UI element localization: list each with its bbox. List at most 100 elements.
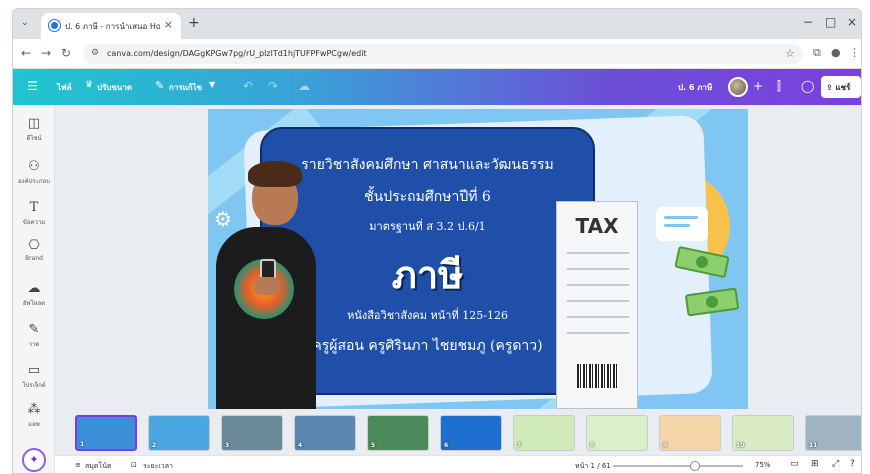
side-panel: ◫ ดีไซน์ ⚇ องค์ประกอบ T ข้อความ ⎔ Brand … <box>13 105 55 473</box>
zoom-slider-handle[interactable] <box>690 461 700 471</box>
page-thumbnail-number: 5 <box>371 442 376 449</box>
document-title[interactable]: ป. 6 ภาษี <box>678 81 712 94</box>
notes-icon[interactable]: ≡ <box>75 461 81 469</box>
back-icon[interactable]: ← <box>21 46 31 60</box>
page-thumbnail[interactable]: 8 <box>586 415 648 451</box>
sidebar-item-apps[interactable]: ⁂ แอพ <box>13 403 55 429</box>
grid-view-icon[interactable]: ⊞ <box>811 459 819 469</box>
page-filmstrip: 1 2 3 4 5 6 7 8 9 10 11 <box>55 411 861 455</box>
timer-icon[interactable]: ⊡ <box>131 461 137 469</box>
page-thumbnail-number: 3 <box>225 442 230 449</box>
text-icon: T <box>29 200 39 215</box>
slide-canvas[interactable]: ⚙ ⚙ รายวิชาสังคมศึกษา ศาสนาและวัฒนธรรม ช… <box>208 109 748 409</box>
fullscreen-icon[interactable]: ⤢ <box>832 459 839 469</box>
tab-favicon-icon <box>49 20 60 31</box>
undo-icon[interactable]: ↶ <box>243 79 253 93</box>
sidebar-item-elements[interactable]: ⚇ องค์ประกอบ <box>13 160 55 186</box>
insights-icon[interactable]: ⫿ <box>777 79 781 94</box>
tab-close-icon[interactable]: × <box>164 18 173 31</box>
new-tab-button[interactable]: + <box>188 15 200 31</box>
sidebar-item-text[interactable]: T ข้อความ <box>13 201 55 227</box>
chevron-down-icon: ▼ <box>209 80 216 89</box>
chat-line <box>664 216 698 219</box>
sidebar-item-label: องค์ประกอบ <box>18 178 50 185</box>
page-thumbnail[interactable]: 11 <box>805 415 861 451</box>
slide-grade-line: ชั้นประถมศึกษาปีที่ 6 <box>364 189 491 205</box>
slide-standard-line: มาตรฐานที่ ส 3.2 ป.6/1 <box>369 220 486 233</box>
sidebar-item-label: ข้อความ <box>22 219 46 226</box>
comments-icon[interactable]: ◯ <box>801 79 814 93</box>
share-button[interactable]: ⇪ แชร์ <box>821 76 861 98</box>
upload-icon: ☁ <box>27 281 41 296</box>
cloud-saved-icon[interactable]: ☁ <box>298 79 310 93</box>
editor-workspace: ⚙ ⚙ รายวิชาสังคมศึกษา ศาสนาและวัฒนธรรม ช… <box>55 105 861 473</box>
sidebar-item-label: โปรเจ็กต์ <box>22 382 46 389</box>
file-menu[interactable]: ไฟล์ <box>57 81 72 94</box>
page-thumbnail[interactable]: 5 <box>367 415 429 451</box>
page-thumbnail[interactable]: 6 <box>440 415 502 451</box>
sidebar-item-uploads[interactable]: ☁ อัพโหลด <box>13 282 55 308</box>
elements-icon: ⚇ <box>28 159 40 174</box>
help-icon[interactable]: ? <box>850 459 855 469</box>
reload-icon[interactable]: ↻ <box>61 46 71 60</box>
sidebar-item-draw[interactable]: ✎ วาด <box>13 323 55 349</box>
minimize-button[interactable]: − <box>803 15 813 29</box>
page-thumbnail[interactable]: 7 <box>513 415 575 451</box>
close-window-button[interactable]: × <box>847 15 857 29</box>
barcode-icon <box>577 364 619 388</box>
maximize-button[interactable]: □ <box>825 15 836 29</box>
tax-receipt: TAX <box>556 201 638 409</box>
edit-mode-button[interactable]: การแก้ไข <box>169 81 202 94</box>
add-collaborator-icon[interactable]: + <box>753 79 763 93</box>
sidebar-item-label: ดีไซน์ <box>26 135 42 142</box>
redo-icon[interactable]: ↷ <box>268 79 278 93</box>
hamburger-menu-icon[interactable]: ☰ <box>27 79 38 93</box>
notes-button[interactable]: สมุดโน้ต <box>85 461 112 472</box>
page-indicator: หน้า 1 / 61 <box>575 462 611 470</box>
slide-subject-line: รายวิชาสังคมศึกษา ศาสนาและวัฒนธรรม <box>301 157 554 173</box>
tab-search-icon[interactable]: ⌄ <box>21 18 33 30</box>
browser-tab[interactable]: ป. 6 ภาษี - การนำเสนอ Hotmart C × <box>41 13 181 39</box>
page-thumbnail[interactable]: 4 <box>294 415 356 451</box>
bookmark-star-icon[interactable]: ☆ <box>785 47 795 60</box>
receipt-line <box>567 332 629 334</box>
resize-icon: ♛ <box>85 80 94 90</box>
pencil-icon: ✎ <box>155 79 165 92</box>
profile-icon[interactable]: ● <box>831 46 841 59</box>
browser-menu-icon[interactable]: ⋮ <box>849 46 860 59</box>
sidebar-item-label: วาด <box>28 341 40 348</box>
page-thumbnail[interactable]: 2 <box>148 415 210 451</box>
tab-title: ป. 6 ภาษี - การนำเสนอ Hotmart C <box>65 22 160 31</box>
user-avatar[interactable] <box>728 77 748 97</box>
resize-button[interactable]: ปรับขนาด <box>97 81 132 94</box>
gear-icon: ⚙ <box>214 207 232 231</box>
page-view-icon[interactable]: ▭ <box>790 459 799 469</box>
apps-icon: ⁂ <box>27 402 41 417</box>
receipt-line <box>567 300 629 302</box>
page-thumbnail[interactable]: 1 <box>75 415 137 451</box>
person-hand <box>254 277 280 295</box>
coin-mark <box>705 295 719 309</box>
chat-line <box>664 224 690 227</box>
page-thumbnail[interactable]: 3 <box>221 415 283 451</box>
page-thumbnail-number: 11 <box>809 442 818 449</box>
tab-strip: ⌄ ป. 6 ภาษี - การนำเสนอ Hotmart C × + − … <box>13 9 861 39</box>
browser-window: ⌄ ป. 6 ภาษี - การนำเสนอ Hotmart C × + − … <box>12 8 862 474</box>
page-thumbnail-number: 10 <box>736 442 745 449</box>
timer-button[interactable]: ระยะเวลา <box>143 461 173 472</box>
sidebar-item-brand[interactable]: ⎔ Brand <box>13 239 55 263</box>
magic-assistant-button[interactable]: ✦ <box>22 448 46 472</box>
forward-icon[interactable]: → <box>41 46 51 60</box>
extensions-icon[interactable]: ⧉ <box>813 46 821 60</box>
sidebar-item-design[interactable]: ◫ ดีไซน์ <box>13 117 55 143</box>
page-thumbnail[interactable]: 9 <box>659 415 721 451</box>
url-bar[interactable]: ⚙ canva.com/design/DAGgKPGw7pg/rU_plzlTd… <box>83 44 803 64</box>
sidebar-item-projects[interactable]: ▭ โปรเจ็กต์ <box>13 364 55 390</box>
sparkle-icon: ✦ <box>29 453 39 466</box>
zoom-slider[interactable] <box>613 465 743 467</box>
zoom-level[interactable]: 75% <box>755 461 771 469</box>
sidebar-item-label: Brand <box>25 255 43 262</box>
page-thumbnail[interactable]: 10 <box>732 415 794 451</box>
site-info-icon[interactable]: ⚙ <box>91 48 99 58</box>
draw-icon: ✎ <box>28 322 40 337</box>
